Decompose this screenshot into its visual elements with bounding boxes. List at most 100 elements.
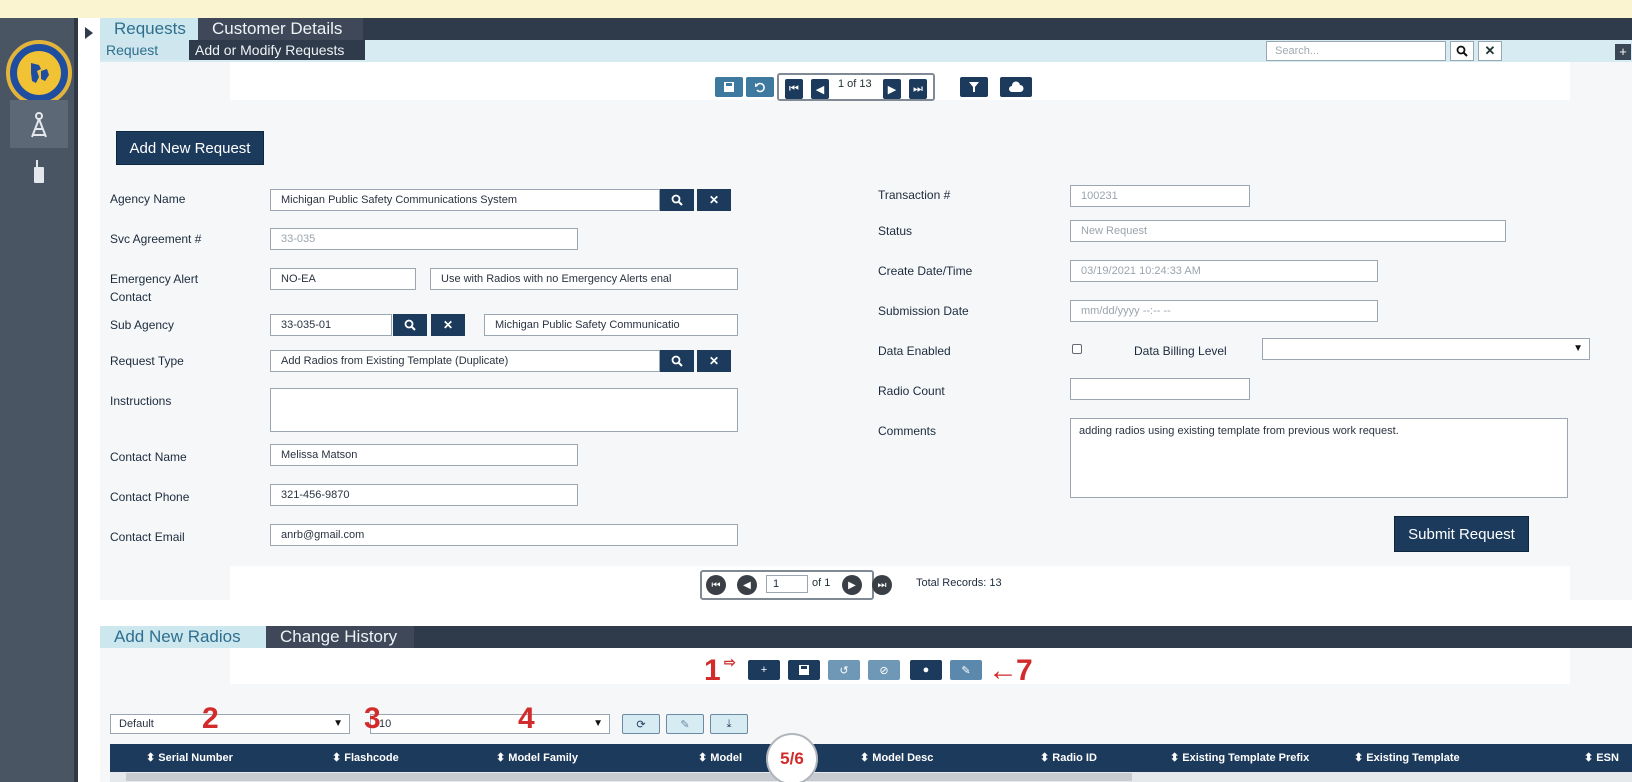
submission-date-label: Submission Date — [878, 304, 969, 318]
clear-search-icon[interactable]: ✕ — [1478, 41, 1502, 61]
annotation-3: 3 — [364, 702, 381, 735]
page-size-value: 10 — [379, 718, 392, 730]
portable-radio-icon[interactable] — [10, 148, 68, 196]
emergency-alert-label: Emergency Alert — [110, 272, 199, 286]
last-page-icon[interactable]: ⏭ — [872, 575, 892, 595]
status-label: Status — [878, 224, 913, 238]
filter-icon[interactable] — [960, 77, 988, 97]
submit-request-button[interactable]: Submit Request — [1394, 516, 1529, 552]
contact-name-field[interactable]: Melissa Matson — [270, 444, 578, 466]
page-number-input[interactable]: 1 — [766, 575, 808, 593]
tab-add-modify-requests[interactable]: Add or Modify Requests — [189, 40, 365, 60]
tab-requests[interactable]: Requests — [100, 18, 198, 40]
comments-label: Comments — [878, 424, 937, 438]
agency-search-icon[interactable] — [660, 189, 694, 211]
edit-radio-icon[interactable]: ✎ — [950, 660, 982, 680]
column-radio-id[interactable]: ⬍ Radio ID — [1040, 744, 1097, 772]
undo-radio-icon[interactable]: ↺ — [828, 660, 860, 680]
submission-date-field[interactable]: mm/dd/yyyy --:-- -- — [1070, 300, 1378, 322]
contact-email-label: Contact Email — [110, 530, 185, 544]
next-record-icon[interactable]: ▶ — [883, 79, 901, 99]
column-flashcode[interactable]: ⬍ Flashcode — [332, 744, 399, 772]
column-label: Serial Number — [158, 752, 233, 764]
horizontal-scrollbar[interactable] — [110, 772, 1632, 782]
tab-add-new-radios[interactable]: Add New Radios — [100, 626, 266, 648]
next-page-icon[interactable]: ▶ — [842, 575, 862, 595]
column-label: Model Family — [508, 752, 578, 764]
agency-name-field[interactable]: Michigan Public Safety Communications Sy… — [270, 189, 660, 211]
svc-agreement-field: 33-035 — [270, 228, 578, 250]
save-radio-icon[interactable] — [788, 660, 820, 680]
add-new-request-button[interactable]: Add New Request — [116, 131, 264, 165]
radios-toolbar — [230, 648, 1570, 684]
refresh-icon[interactable]: ⟳ — [622, 714, 660, 734]
column-label: Model — [710, 752, 743, 764]
chevron-down-icon: ▼ — [593, 718, 603, 729]
tab-change-history[interactable]: Change History — [266, 626, 414, 648]
add-radio-icon[interactable]: + — [748, 660, 780, 680]
comments-textarea[interactable]: adding radios using existing template fr… — [1070, 418, 1568, 498]
sub-agency-name-field: Michigan Public Safety Communicatio — [484, 314, 738, 336]
scrollbar-thumb[interactable] — [126, 773, 1132, 781]
cloud-upload-icon[interactable] — [1000, 77, 1032, 97]
column-existing-template-prefix[interactable]: ⬍ Existing Template Prefix — [1170, 744, 1309, 772]
last-record-icon[interactable]: ⏭ — [909, 79, 927, 99]
michigan-map-icon — [17, 51, 61, 95]
page-size-select[interactable]: 10 ▼ — [370, 714, 610, 734]
state-seal-logo[interactable] — [6, 40, 72, 106]
column-serial-number[interactable]: ⬍ Serial Number — [146, 744, 233, 772]
previous-record-icon[interactable]: ◀ — [811, 79, 829, 99]
sub-agency-search-icon[interactable] — [393, 314, 427, 336]
first-record-icon[interactable]: ⏮ — [785, 79, 803, 99]
contact-phone-field[interactable]: 321-456-9870 — [270, 484, 578, 506]
info-radio-icon[interactable]: ● — [910, 660, 942, 680]
edit-columns-icon[interactable]: ✎ — [666, 714, 704, 734]
tab-customer-details[interactable]: Customer Details — [198, 18, 363, 40]
agency-clear-icon[interactable]: ✕ — [697, 189, 731, 211]
request-type-search-icon[interactable] — [660, 350, 694, 372]
emergency-alert-desc-field: Use with Radios with no Emergency Alerts… — [430, 268, 738, 290]
search-input[interactable]: Search... — [1266, 41, 1446, 61]
sub-agency-clear-icon[interactable]: ✕ — [431, 314, 465, 336]
contact-email-field[interactable]: anrb@gmail.com — [270, 524, 738, 546]
expand-arrow-icon[interactable] — [84, 26, 98, 40]
request-type-field[interactable]: Add Radios from Existing Template (Dupli… — [270, 350, 660, 372]
first-page-icon[interactable]: ⏮ — [706, 575, 726, 595]
create-datetime-field: 03/19/2021 10:24:33 AM — [1070, 260, 1378, 282]
radio-count-label: Radio Count — [878, 384, 945, 398]
request-type-label: Request Type — [110, 354, 184, 368]
column-model[interactable]: ⬍ Model — [698, 744, 742, 772]
column-model-family[interactable]: ⬍ Model Family — [496, 744, 578, 772]
request-type-clear-icon[interactable]: ✕ — [697, 350, 731, 372]
column-label: ESN — [1596, 752, 1619, 764]
search-icon[interactable] — [1450, 41, 1474, 61]
transaction-label: Transaction # — [878, 188, 951, 202]
contact-name-label: Contact Name — [110, 450, 187, 464]
page-count-text: of 1 — [812, 577, 831, 589]
column-label: Existing Template Prefix — [1182, 752, 1310, 764]
data-enabled-checkbox[interactable] — [1072, 344, 1082, 354]
section-gap — [100, 600, 1632, 626]
radio-tower-icon[interactable] — [10, 100, 68, 148]
view-select[interactable]: Default ▼ — [110, 714, 350, 734]
data-billing-level-label: Data Billing Level — [1134, 344, 1227, 358]
column-label: Existing Template — [1366, 752, 1460, 764]
emergency-alert-code-field[interactable]: NO-EA — [270, 268, 416, 290]
radio-count-field[interactable] — [1070, 378, 1250, 400]
download-icon[interactable]: ⤓ — [710, 714, 748, 734]
cancel-radio-icon[interactable]: ⊘ — [868, 660, 900, 680]
annotation-arrow-right-icon: ⇨ — [724, 654, 736, 670]
column-esn[interactable]: ⬍ ESN — [1584, 744, 1619, 772]
agency-name-label: Agency Name — [110, 192, 186, 206]
expand-plus-icon[interactable]: + — [1615, 44, 1631, 60]
save-icon[interactable] — [715, 77, 743, 97]
undo-icon[interactable] — [746, 77, 774, 97]
column-existing-template[interactable]: ⬍ Existing Template — [1354, 744, 1460, 772]
outer-tab-bar: Requests Customer Details — [100, 18, 1632, 40]
previous-page-icon[interactable]: ◀ — [737, 575, 757, 595]
sub-agency-code-field[interactable]: 33-035-01 — [270, 314, 392, 336]
column-model-desc[interactable]: ⬍ Model Desc — [860, 744, 933, 772]
data-billing-level-select[interactable]: ▼ — [1262, 338, 1590, 360]
tab-request-list[interactable]: Request List — [100, 40, 189, 78]
instructions-textarea[interactable] — [270, 388, 738, 432]
